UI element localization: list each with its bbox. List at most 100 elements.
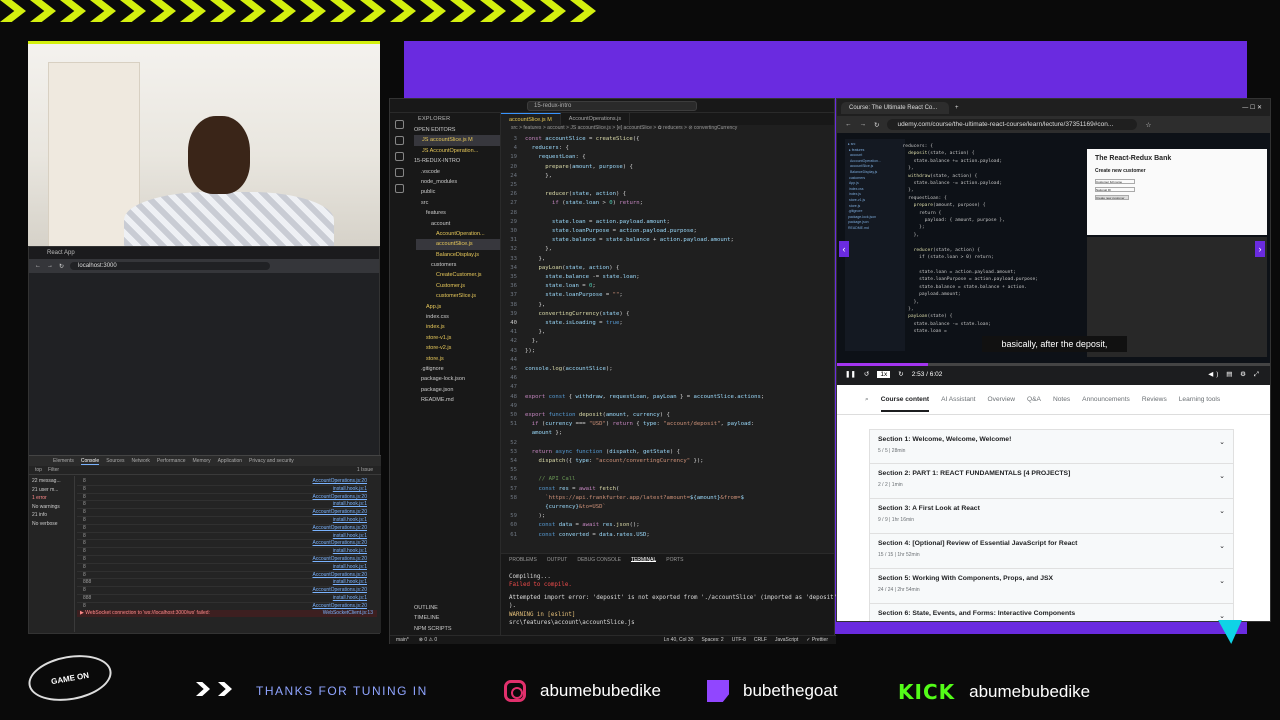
course-section[interactable]: Section 2: PART 1: REACT FUNDAMENTALS [4… [869,464,1234,499]
sidebar-info[interactable]: 21 info [32,512,71,521]
prettier-status[interactable]: ✓ Prettier [806,637,828,643]
error-source-link[interactable]: WebSocketClient.js:13 [323,610,377,616]
next-lecture-arrow[interactable]: › [1255,241,1265,257]
sidebar-verbose[interactable]: No verbose [32,521,71,530]
sidebar-warnings[interactable]: No warnings [32,504,71,513]
course-section[interactable]: Section 6: State, Events, and Forms: Int… [869,604,1234,621]
tab-accountslice[interactable]: accountSlice.js M [501,113,561,125]
course-section[interactable]: Section 4: [Optional] Review of Essentia… [869,534,1234,569]
new-tab-icon[interactable]: + [955,105,959,111]
file-tree-item[interactable]: .vscode [416,167,500,177]
code-lines[interactable]: 3 const accountSlice = createSlice({ 4 re… [501,135,834,553]
file-tree-item[interactable]: README.md [416,395,500,405]
tab-debug-console[interactable]: DEBUG CONSOLE [577,557,621,563]
forward-icon[interactable]: → [860,121,867,128]
tab-application[interactable]: Application [218,458,242,464]
log-source-link[interactable]: AccountOperations.js:20 [313,540,367,547]
log-source-link[interactable]: AccountOperations.js:20 [313,603,367,610]
problems-indicator[interactable]: ⊗ 0 ⚠ 0 [419,637,437,643]
run-debug-icon[interactable] [395,168,404,177]
file-tree-item[interactable]: accountSlice.js [416,239,500,250]
issues-badge[interactable]: 1 Issue [357,467,381,473]
chevron-down-icon[interactable]: ⌄ [1219,438,1225,446]
tab-terminal[interactable]: TERMINAL [630,557,657,563]
udemy-url[interactable]: udemy.com/course/the-ultimate-react-cour… [887,119,1138,130]
log-source-link[interactable]: AccountOperations.js:20 [313,572,367,579]
search-icon[interactable] [395,136,404,145]
file-tree-item[interactable]: AccountOperation... [416,229,500,239]
log-source-link[interactable]: install.hook.js:1 [333,517,367,524]
project-header[interactable]: 15-REDUX-INTRO [414,156,500,166]
context-select[interactable]: top [35,467,42,473]
log-source-link[interactable]: AccountOperations.js:20 [313,509,367,516]
file-tree-item[interactable]: App.js [416,302,500,312]
file-tree-item[interactable]: package.json [416,385,500,395]
reload-icon[interactable]: ↻ [59,263,64,270]
sidebar-user-messages[interactable]: 21 user m... [32,487,71,496]
udemy-tab[interactable]: Course: The Ultimate React Co... [841,101,949,114]
forward-icon[interactable]: ↻ [898,370,903,378]
tab-performance[interactable]: Performance [157,458,186,464]
video-player[interactable]: ▸ src ▸ features account AccountOperatio… [837,133,1270,363]
chevron-down-icon[interactable]: ⌄ [1219,542,1225,550]
explorer-icon[interactable] [395,120,404,129]
tab-qa[interactable]: Q&A [1027,396,1041,403]
video-progress[interactable] [837,363,1270,366]
tab-sources[interactable]: Sources [106,458,124,464]
file-tree-item[interactable]: customerSlice.js [416,291,500,301]
log-source-link[interactable]: AccountOperations.js:20 [313,587,367,594]
tab-ai-assistant[interactable]: AI Assistant [941,396,975,403]
tab-problems[interactable]: PROBLEMS [509,557,537,563]
file-tree-item[interactable]: features [416,208,500,218]
speed-button[interactable]: 1x [877,370,891,378]
browser-tab[interactable]: React App [29,247,379,259]
file-tree-item[interactable]: src [416,198,500,208]
file-tree-item[interactable]: public [416,187,500,197]
file-tree-item[interactable]: package-lock.json [416,374,500,384]
log-source-link[interactable]: install.hook.js:1 [333,533,367,540]
file-tree-item[interactable]: CreateCustomer.js [416,270,500,280]
file-tree-item[interactable]: .gitignore [416,364,500,374]
file-tree-item[interactable]: customers [416,260,500,270]
tab-accountoperations[interactable]: AccountOperations.js [561,113,631,125]
source-control-icon[interactable] [395,152,404,161]
terminal-output[interactable]: Compiling... Failed to compile. Attempted … [501,565,837,635]
back-icon[interactable]: ← [35,263,41,269]
window-controls[interactable]: — ☐ ✕ [1242,104,1270,111]
branch-indicator[interactable]: main* [396,637,409,643]
file-tree-item[interactable]: store.js [416,354,500,364]
log-source-link[interactable]: install.hook.js:1 [333,548,367,555]
console-filter[interactable]: Filter [48,467,59,473]
log-source-link[interactable]: AccountOperations.js:20 [313,494,367,501]
prev-lecture-arrow[interactable]: ‹ [839,241,849,257]
course-section[interactable]: Section 5: Working With Components, Prop… [869,569,1234,604]
sidebar-errors[interactable]: 1 error [32,495,71,504]
log-source-link[interactable]: AccountOperations.js:20 [313,478,367,485]
pause-icon[interactable]: ❚❚ [845,370,856,378]
search-icon[interactable]: ⌕ [865,396,869,404]
file-tree-item[interactable]: account [416,219,500,229]
sidebar-messages[interactable]: 22 messag... [32,478,71,487]
tab-announcements[interactable]: Announcements [1082,396,1130,403]
open-editor-item[interactable]: JS accountSlice.js M [414,135,500,146]
log-source-link[interactable]: install.hook.js:1 [333,564,367,571]
chevron-down-icon[interactable]: ⌄ [1219,507,1225,515]
file-tree-item[interactable]: index.css [416,312,500,322]
open-editor-item[interactable]: JS AccountOperation... [414,146,500,156]
chevron-down-icon[interactable]: ⌄ [1219,612,1225,620]
file-tree-item[interactable]: node_modules [416,177,500,187]
tab-elements[interactable]: Elements [53,458,74,464]
url-field[interactable]: localhost:3000 [70,262,271,270]
tab-network[interactable]: Network [132,458,150,464]
file-tree-item[interactable]: store-v1.js [416,333,500,343]
extensions-icon[interactable] [395,184,404,193]
tab-reviews[interactable]: Reviews [1142,396,1167,403]
tab-learning-tools[interactable]: Learning tools [1179,396,1220,403]
tab-console[interactable]: Console [80,458,100,465]
line-ending[interactable]: CRLF [754,637,767,643]
log-source-link[interactable]: AccountOperations.js:20 [313,525,367,532]
file-tree-item[interactable]: index.js [416,322,500,332]
tab-course-content[interactable]: Course content [880,396,930,412]
chevron-down-icon[interactable]: ⌄ [1219,472,1225,480]
file-tree-item[interactable]: Customer.js [416,281,500,291]
